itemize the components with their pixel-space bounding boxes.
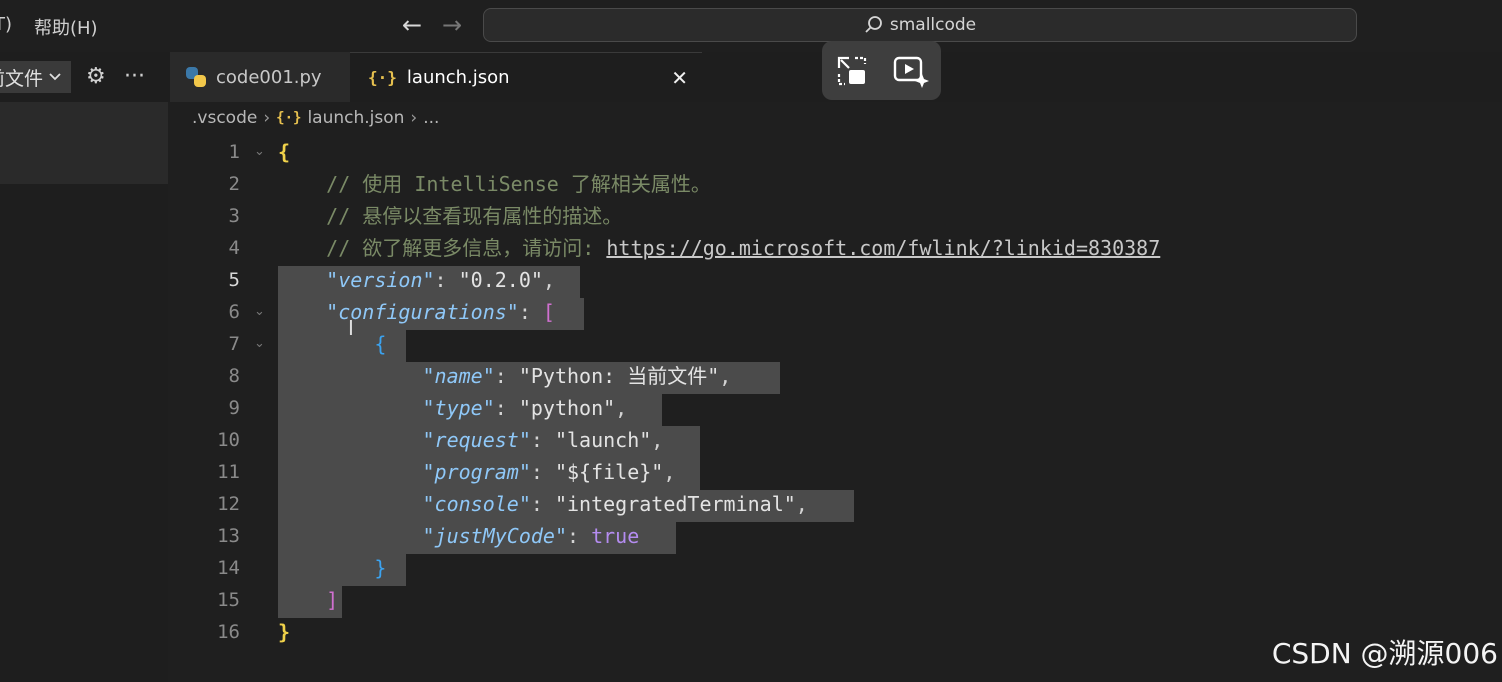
fold-icon[interactable]: ⌄ — [254, 328, 265, 360]
code-line: 14 } — [168, 552, 1502, 586]
line-number: 3 — [228, 205, 240, 227]
code-line: 15 ] — [168, 584, 1502, 618]
breadcrumb-file[interactable]: launch.json — [307, 108, 404, 128]
breadcrumb-folder[interactable]: .vscode — [192, 108, 257, 128]
code-line: 1 ⌄ { — [168, 136, 1502, 168]
line-number: 8 — [228, 365, 240, 387]
back-arrow-icon[interactable]: ← — [402, 10, 422, 40]
tab-code001[interactable]: code001.py — [170, 52, 350, 102]
explorer-title: 前文件 — [0, 67, 44, 90]
mouse-ibeam-cursor-icon: I — [348, 316, 354, 340]
more-actions-icon[interactable]: ··· — [124, 64, 145, 89]
tab-label: launch.json — [406, 67, 510, 88]
code-text: } — [278, 620, 291, 644]
menu-item-partial[interactable]: T) — [0, 14, 12, 35]
code-text: { — [374, 332, 387, 356]
line-number: 12 — [217, 493, 240, 515]
gear-icon[interactable]: ⚙ — [86, 64, 106, 89]
python-icon — [186, 67, 206, 87]
code-text: "name": "Python: 当前文件", — [422, 364, 732, 388]
code-line: 8 "name": "Python: 当前文件", — [168, 360, 1502, 394]
code-text: "console": "integratedTerminal", — [422, 492, 808, 516]
line-number: 13 — [217, 525, 240, 547]
chevron-down-icon — [49, 73, 61, 81]
watermark: CSDN @溯源006 — [1271, 637, 1498, 670]
video-overlay-controls — [822, 41, 941, 100]
code-line: 3 // 悬停以查看现有属性的描述。 — [168, 200, 1502, 232]
line-number: 6 — [228, 301, 240, 323]
line-number: 2 — [228, 173, 240, 195]
code-line: 13 "justMyCode": true — [168, 520, 1502, 554]
line-number: 1 — [228, 141, 240, 163]
line-number: 4 — [228, 237, 240, 259]
chevron-right-icon: › — [410, 108, 418, 128]
restore-window-icon — [837, 56, 866, 85]
code-line: 2 // 使用 IntelliSense 了解相关属性。 — [168, 168, 1502, 200]
code-line: 10 "request": "launch", — [168, 424, 1502, 458]
breadcrumb: .vscode › {·} launch.json › ... — [192, 108, 439, 128]
breadcrumb-more[interactable]: ... — [423, 108, 439, 128]
chevron-right-icon: › — [263, 108, 271, 128]
code-text: // 欲了解更多信息，请访问: https://go.microsoft.com… — [278, 236, 1161, 260]
code-line: 7 ⌄ { — [168, 328, 1502, 362]
video-sparkle-icon — [894, 56, 930, 88]
code-line: 11 "program": "${file}", — [168, 456, 1502, 490]
close-icon[interactable]: ✕ — [671, 66, 688, 90]
line-number: 9 — [228, 397, 240, 419]
code-text: { — [278, 140, 291, 164]
line-number: 15 — [217, 589, 240, 611]
search-icon — [865, 16, 882, 33]
code-line: 9 "type": "python", — [168, 392, 1502, 426]
line-number: 11 — [217, 461, 240, 483]
code-text: } — [374, 556, 387, 580]
exit-fullscreen-button[interactable] — [832, 51, 872, 91]
line-number: 16 — [217, 621, 240, 643]
code-text: ] — [326, 588, 339, 612]
tab-launch-json[interactable]: {·} launch.json ✕ — [350, 52, 702, 102]
explorer-row — [0, 102, 168, 184]
json-braces-icon: {·} — [276, 110, 302, 126]
line-number: 10 — [217, 429, 240, 451]
code-text: "version": "0.2.0", — [326, 268, 555, 292]
code-text: // 使用 IntelliSense 了解相关属性。 — [278, 172, 711, 196]
code-text: "program": "${file}", — [422, 460, 676, 484]
json-braces-icon: {·} — [368, 68, 397, 87]
command-center-search[interactable]: smallcode — [483, 8, 1357, 42]
line-number: 5 — [228, 269, 240, 291]
forward-arrow-icon[interactable]: → — [442, 10, 462, 40]
docs-link[interactable]: https://go.microsoft.com/fwlink/?linkid=… — [606, 236, 1160, 260]
code-line: 12 "console": "integratedTerminal", — [168, 488, 1502, 522]
code-text: "type": "python", — [422, 396, 628, 420]
code-line: 6 ⌄ "configurations": [ — [168, 296, 1502, 330]
code-text: "justMyCode": true — [422, 524, 640, 548]
code-line: 4 // 欲了解更多信息，请访问: https://go.microsoft.c… — [168, 232, 1502, 264]
title-bar: T) 帮助(H) ← → smallcode — [0, 0, 1502, 52]
code-text: // 悬停以查看现有属性的描述。 — [278, 204, 623, 228]
ai-video-button[interactable] — [891, 51, 931, 91]
menu-help[interactable]: 帮助(H) — [34, 14, 98, 40]
fold-icon[interactable]: ⌄ — [254, 136, 265, 168]
tab-label: code001.py — [216, 66, 322, 88]
code-text: "configurations": [ — [326, 300, 555, 324]
sidebar: 前文件 ⚙ ··· — [0, 52, 168, 682]
search-text: smallcode — [889, 15, 977, 35]
fold-icon[interactable]: ⌄ — [254, 296, 265, 328]
code-text: "request": "launch", — [422, 428, 664, 452]
explorer-section-header[interactable]: 前文件 — [0, 61, 72, 93]
line-number: 7 — [228, 333, 240, 355]
code-editor[interactable]: .vscode › {·} launch.json › ... 1 ⌄ { 2 … — [168, 102, 1502, 682]
code-line: 5 "version": "0.2.0", — [168, 264, 1502, 298]
line-number: 14 — [217, 557, 240, 579]
